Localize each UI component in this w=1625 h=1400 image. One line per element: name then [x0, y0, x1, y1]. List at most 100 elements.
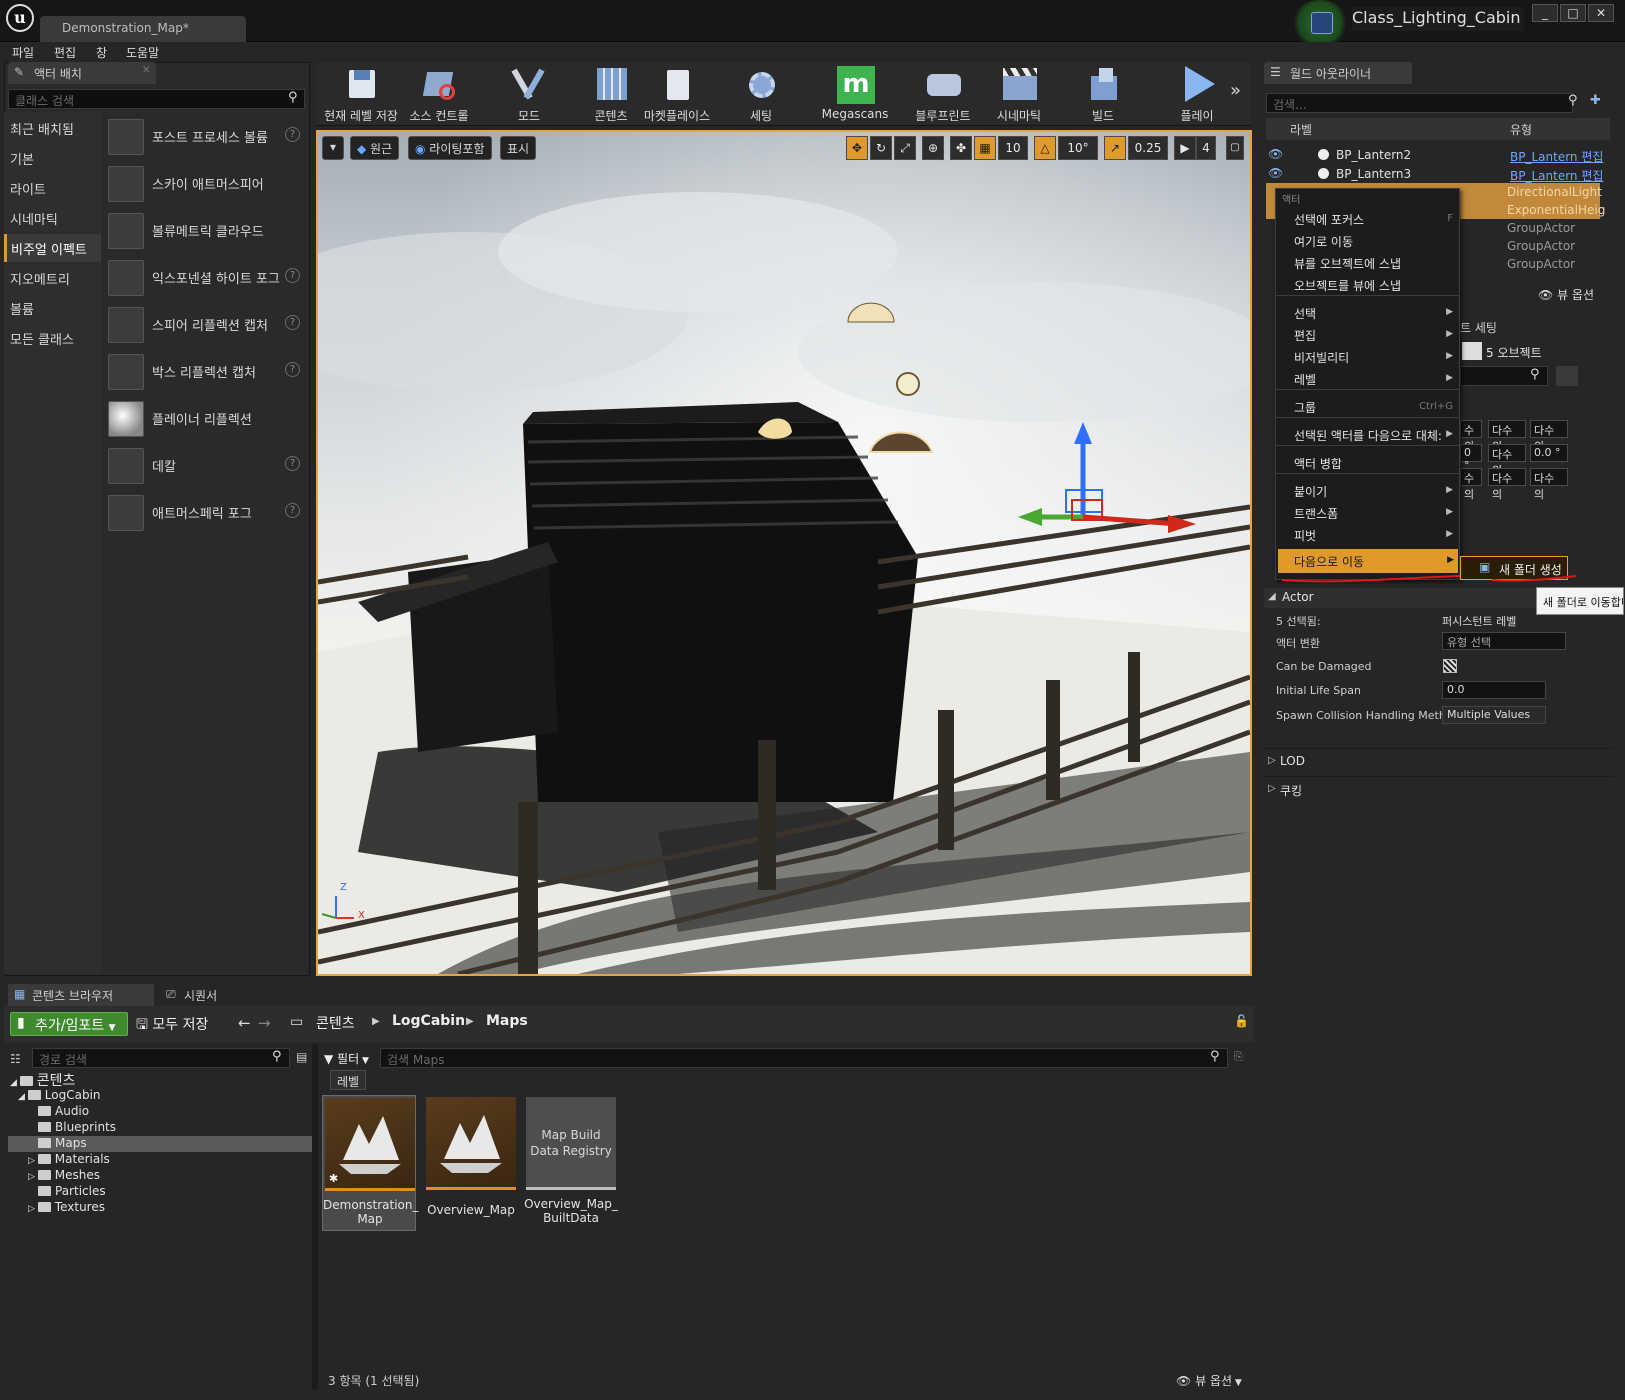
- play-button[interactable]: 플레이: [1158, 62, 1236, 124]
- tab-content-browser[interactable]: ▦ 콘텐츠 브라우저: [8, 984, 154, 1006]
- tab-world-outliner[interactable]: ☰ 월드 아웃라이너: [1264, 62, 1412, 84]
- menu-item-group[interactable]: 그룹: [1294, 399, 1316, 416]
- tree-folder-blueprints[interactable]: Blueprints: [38, 1120, 116, 1136]
- initial-life-span-input[interactable]: 0.0: [1442, 681, 1546, 699]
- unreal-logo-icon[interactable]: u: [6, 4, 34, 32]
- filter-chip-level[interactable]: 레벨: [330, 1070, 367, 1090]
- help-icon[interactable]: ?: [285, 268, 300, 283]
- row-type-link[interactable]: BP_Lantern 편집: [1510, 167, 1603, 184]
- menu-file[interactable]: 파일: [12, 44, 34, 61]
- category-recent[interactable]: 최근 배치됨: [4, 114, 101, 142]
- column-label[interactable]: 라벨: [1290, 121, 1312, 138]
- tree-root[interactable]: ◢ 콘텐츠: [10, 1070, 75, 1089]
- breadcrumb-content[interactable]: 콘텐츠: [316, 1013, 355, 1033]
- settings-button[interactable]: 세팅: [722, 62, 800, 124]
- menu-item-visibility[interactable]: 비저빌리티: [1294, 349, 1349, 366]
- splitter[interactable]: [312, 1044, 318, 1390]
- asset-tile[interactable]: Map Build Data Registry Overview_Map_ Bu…: [524, 1095, 618, 1233]
- actor-item-sphere-reflection-capture[interactable]: 스피어 리플렉션 캡처?: [108, 303, 306, 349]
- save-search-icon[interactable]: ⎘: [1234, 1050, 1243, 1064]
- property-matrix-icon[interactable]: [1556, 366, 1578, 386]
- tree-options-icon[interactable]: ▤: [296, 1050, 307, 1064]
- actor-item-atmospheric-fog[interactable]: 애트머스페릭 포그?: [108, 491, 306, 537]
- menu-item-focus-selected[interactable]: 선택에 포커스: [1294, 211, 1364, 228]
- level-viewport[interactable]: Z X: [316, 130, 1252, 976]
- tab-place-actors[interactable]: ✎ 액터 배치 ✕: [8, 62, 156, 84]
- breadcrumb-maps[interactable]: Maps: [486, 1013, 528, 1029]
- menu-help[interactable]: 도움말: [126, 44, 159, 61]
- category-visual-effects[interactable]: 비주얼 이펙트: [4, 234, 101, 262]
- menu-item-edit[interactable]: 편집: [1294, 327, 1316, 344]
- actor-item-decal[interactable]: 데칼?: [108, 444, 306, 490]
- view-options-button[interactable]: 👁 뷰 옵션 ▼: [1176, 1372, 1242, 1389]
- scale-snap-icon[interactable]: ↗: [1104, 136, 1126, 160]
- scale-z-field[interactable]: 다수의: [1530, 468, 1568, 501]
- viewport-options-button[interactable]: ▾: [322, 136, 344, 160]
- lod-section-header[interactable]: ▷ LOD: [1264, 748, 1614, 774]
- menu-item-select[interactable]: 선택: [1294, 305, 1316, 322]
- back-arrow-icon[interactable]: ←: [238, 1014, 251, 1032]
- location-z-field[interactable]: 다수의: [1530, 420, 1568, 453]
- perspective-button[interactable]: ◆ 원근: [350, 136, 400, 160]
- menu-item-move-here[interactable]: 여기로 이동: [1294, 233, 1353, 250]
- close-tab-icon[interactable]: ✕: [142, 65, 150, 76]
- rotation-x-field[interactable]: 0 °: [1460, 444, 1482, 472]
- view-options-button[interactable]: 👁 뷰 옵션: [1538, 286, 1594, 303]
- menu-item-level[interactable]: 레벨: [1294, 371, 1316, 388]
- tree-folder-maps[interactable]: Maps: [38, 1136, 87, 1152]
- menu-edit[interactable]: 편집: [54, 44, 76, 61]
- search-icon[interactable]: ⚲: [1210, 1049, 1220, 1064]
- help-icon[interactable]: ?: [285, 315, 300, 330]
- menu-window[interactable]: 창: [96, 44, 107, 61]
- tree-folder-textures[interactable]: ▷ Textures: [28, 1200, 105, 1216]
- search-icon[interactable]: ⚲: [272, 1049, 282, 1064]
- save-level-button[interactable]: 현재 레벨 저장: [322, 62, 400, 124]
- asset-tile[interactable]: ✱ Demonstration_ Map: [322, 1095, 419, 1231]
- camera-speed-value[interactable]: 4: [1196, 136, 1216, 160]
- menu-item-snap-object-to-view[interactable]: 오브젝트를 뷰에 스냅: [1294, 277, 1401, 294]
- category-volumes[interactable]: 볼륨: [4, 294, 101, 322]
- help-icon[interactable]: ?: [285, 503, 300, 518]
- search-icon[interactable]: ⚲: [1530, 367, 1540, 382]
- scale-mode-icon[interactable]: ⤢: [894, 136, 916, 160]
- menu-item-pivot[interactable]: 피벗: [1294, 527, 1316, 544]
- project-icon[interactable]: [1311, 12, 1333, 34]
- category-basic[interactable]: 기본: [4, 144, 101, 172]
- help-icon[interactable]: ?: [285, 456, 300, 471]
- build-button[interactable]: 빌드: [1064, 62, 1142, 124]
- tree-folder-particles[interactable]: Particles: [38, 1184, 106, 1200]
- translate-mode-icon[interactable]: ✥: [846, 136, 868, 160]
- modes-button[interactable]: 모드: [490, 62, 568, 124]
- marketplace-button[interactable]: 마켓플레이스: [638, 62, 716, 124]
- scale-x-field[interactable]: 수의: [1460, 468, 1482, 501]
- category-lights[interactable]: 라이트: [4, 174, 101, 202]
- search-icon[interactable]: ⚲: [1568, 93, 1578, 108]
- spawn-collision-dropdown[interactable]: Multiple Values: [1442, 706, 1546, 724]
- rotation-y-field[interactable]: 다수의: [1488, 444, 1526, 477]
- breadcrumb-logcabin[interactable]: LogCabin: [392, 1013, 465, 1029]
- class-search-input[interactable]: 클래스 검색: [8, 89, 305, 109]
- location-x-field[interactable]: 수의: [1460, 420, 1482, 453]
- eye-icon[interactable]: 👁: [1268, 166, 1283, 180]
- show-button[interactable]: 표시: [500, 136, 537, 160]
- help-icon[interactable]: ?: [285, 127, 300, 142]
- toolbar-overflow-icon[interactable]: »: [1230, 80, 1241, 101]
- grid-snap-icon[interactable]: ▦: [974, 136, 996, 160]
- details-tab-label[interactable]: 트 세팅: [1460, 319, 1497, 336]
- close-window-button[interactable]: ✕: [1588, 4, 1614, 22]
- outliner-row[interactable]: 👁 BP_Lantern2 BP_Lantern 편집: [1266, 146, 1610, 164]
- forward-arrow-icon[interactable]: →: [258, 1014, 271, 1032]
- actor-item-post-process-volume[interactable]: 포스트 프로세스 볼륨?: [108, 115, 306, 161]
- eye-icon[interactable]: 👁: [1268, 147, 1283, 161]
- menu-item-transform[interactable]: 트랜스폼: [1294, 505, 1338, 522]
- asset-tile[interactable]: Overview_Map: [424, 1095, 518, 1233]
- cinematics-button[interactable]: 시네마틱: [980, 62, 1058, 124]
- maximize-button[interactable]: □: [1560, 4, 1586, 22]
- outliner-search-input[interactable]: 검색...: [1266, 93, 1573, 113]
- camera-speed-icon[interactable]: ▶: [1174, 136, 1196, 160]
- breadcrumb-arrow-icon[interactable]: ▶: [372, 1016, 380, 1027]
- maximize-viewport-icon[interactable]: ▢: [1226, 136, 1244, 160]
- search-icon[interactable]: ⚲: [288, 90, 298, 105]
- column-type[interactable]: 유형: [1510, 121, 1532, 138]
- breadcrumb-arrow-icon[interactable]: ▶: [466, 1016, 474, 1027]
